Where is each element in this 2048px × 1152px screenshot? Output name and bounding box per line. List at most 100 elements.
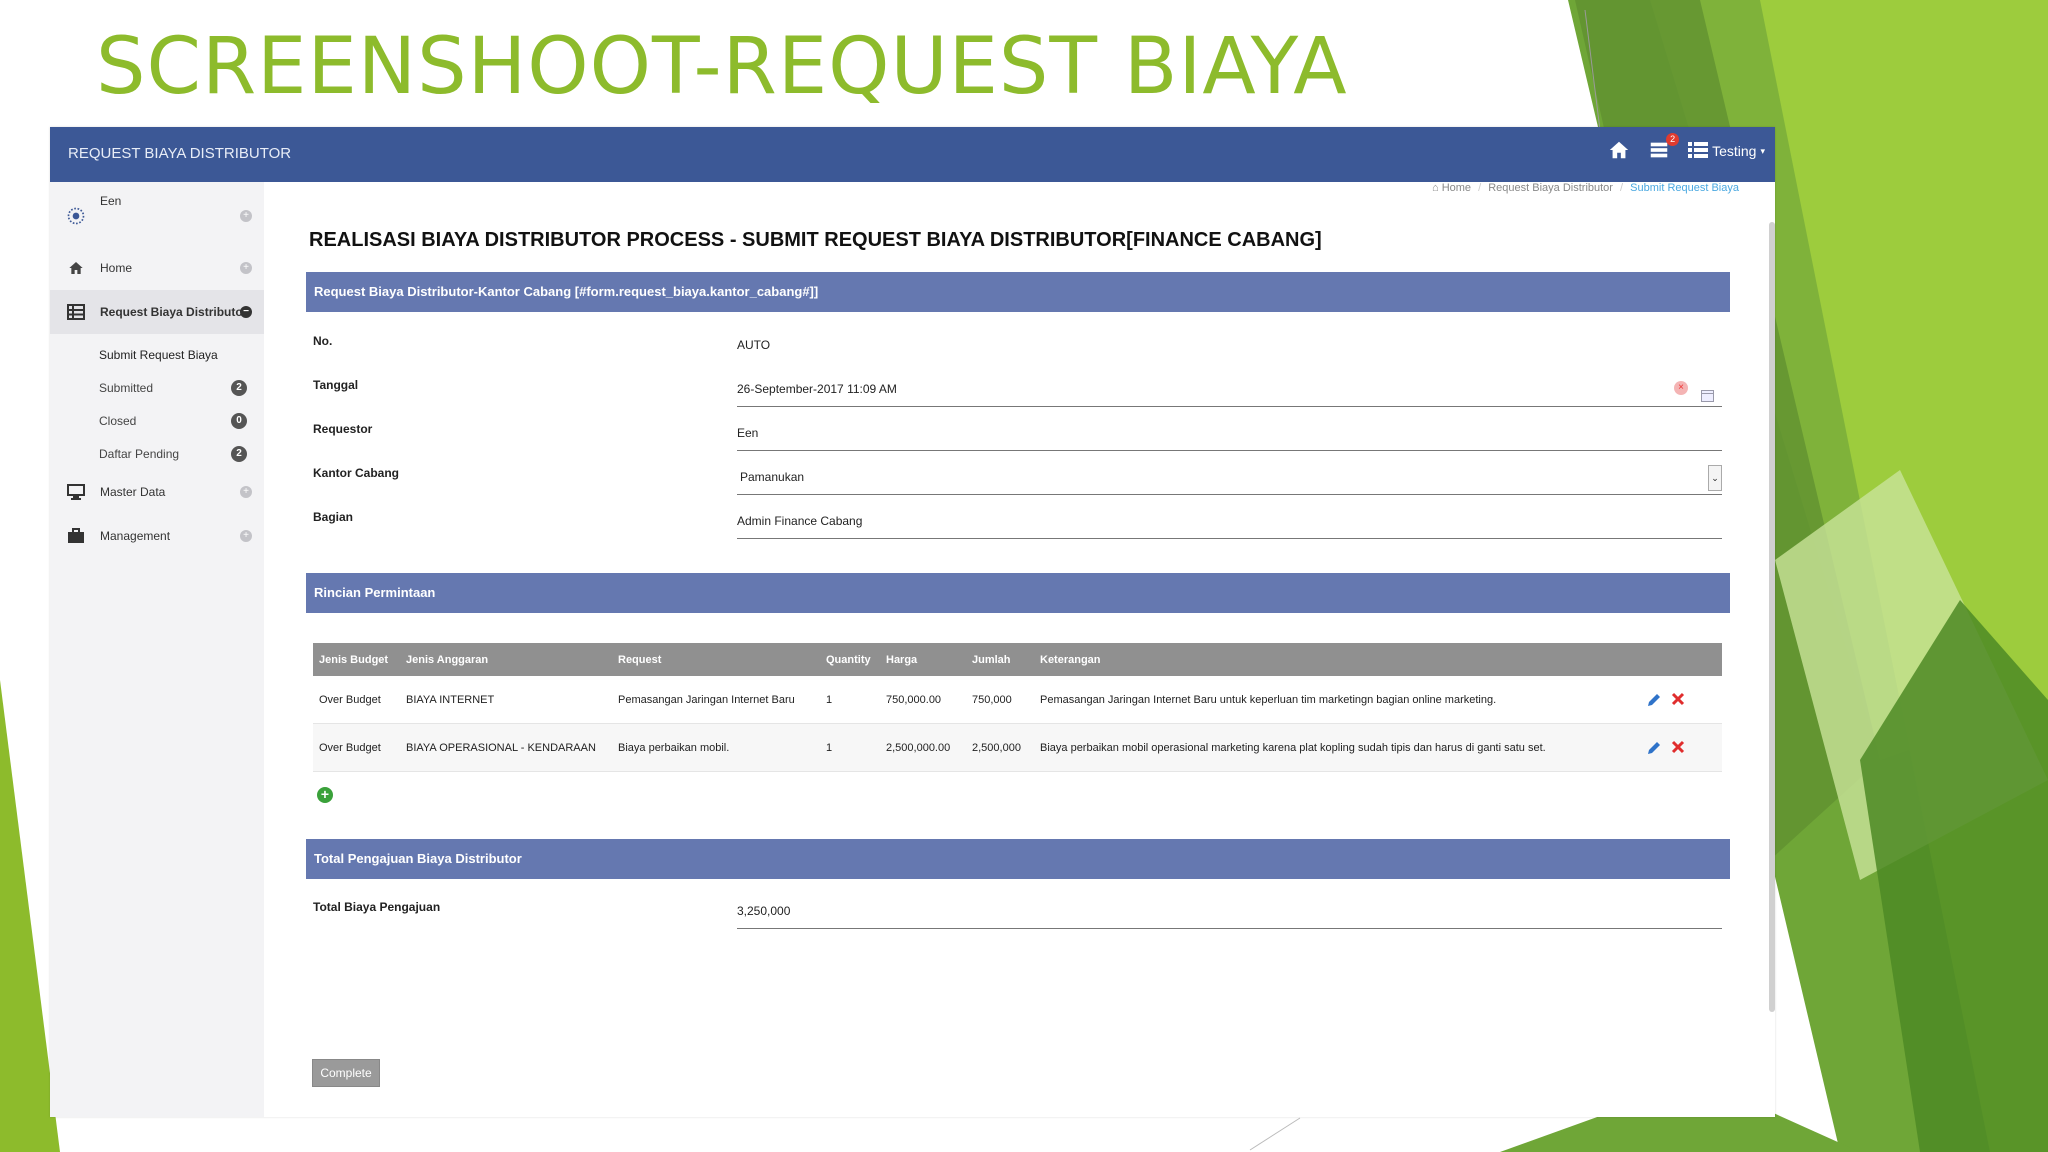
main-content: ⌂ Home / Request Biaya Distributor / Sub… xyxy=(264,182,1775,1117)
cell-request: Pemasangan Jaringan Internet Baru xyxy=(612,676,820,724)
clear-icon[interactable]: × xyxy=(1674,381,1688,395)
tanggal-input[interactable]: 26-September-2017 11:09 AM × xyxy=(737,372,1722,407)
kantor-cabang-value: Pamanukan xyxy=(740,470,805,484)
form-panel-header: Request Biaya Distributor-Kantor Cabang … xyxy=(306,272,1730,312)
column-header: Quantity xyxy=(820,643,880,676)
sidebar-item-home[interactable]: Home + xyxy=(50,246,264,290)
field-label: Total Biaya Pengajuan xyxy=(313,900,441,914)
notification-list-icon[interactable]: 2 xyxy=(1648,133,1680,163)
field-bagian: Bagian Admin Finance Cabang xyxy=(313,504,1722,548)
rincian-table: Jenis Budget Jenis Anggaran Request Quan… xyxy=(313,643,1722,772)
tanggal-value: 26-September-2017 11:09 AM xyxy=(737,382,897,396)
sidebar-item-management[interactable]: Management + xyxy=(50,514,264,558)
column-header: Jenis Budget xyxy=(313,643,400,676)
chevron-down-icon[interactable]: ⌄ xyxy=(1708,465,1722,491)
monitor-icon xyxy=(66,482,86,502)
sidebar-subitem-submit-request[interactable]: Submit Request Biaya xyxy=(50,338,264,371)
expand-icon: + xyxy=(240,530,252,542)
field-label: No. xyxy=(313,334,333,348)
cell-harga: 2,500,000.00 xyxy=(880,723,966,772)
cell-jenis-budget: Over Budget xyxy=(313,723,400,772)
table-header-row: Jenis Budget Jenis Anggaran Request Quan… xyxy=(313,643,1722,676)
sidebar-user-toggle[interactable]: + xyxy=(240,210,252,222)
calendar-icon[interactable] xyxy=(1701,381,1714,402)
delete-icon[interactable] xyxy=(1671,692,1687,708)
breadcrumb-home[interactable]: Home xyxy=(1442,182,1471,194)
user-menu[interactable]: Testing ▾ xyxy=(1688,141,1765,162)
user-menu-label: Testing xyxy=(1712,143,1757,159)
expand-icon: + xyxy=(240,262,252,274)
breadcrumb-request-biaya[interactable]: Request Biaya Distributor xyxy=(1488,182,1613,194)
home-icon[interactable] xyxy=(1608,139,1632,163)
delete-icon[interactable] xyxy=(1671,740,1687,756)
sidebar-subitem-submitted[interactable]: Submitted 2 xyxy=(50,371,264,404)
column-header: Jenis Anggaran xyxy=(400,643,612,676)
sidebar-user[interactable]: Een + xyxy=(50,186,264,246)
sidebar-item-master-data[interactable]: Master Data + xyxy=(50,470,264,514)
field-no: No. AUTO xyxy=(313,328,1722,372)
edit-icon[interactable] xyxy=(1646,740,1662,756)
sidebar-item-label: Home xyxy=(100,261,133,275)
cell-jumlah: 750,000 xyxy=(966,676,1034,724)
notification-badge: 2 xyxy=(1666,133,1680,146)
cell-quantity: 1 xyxy=(820,723,880,772)
sidebar-item-label: Request Biaya Distributor xyxy=(100,305,248,319)
field-requestor: Requestor Een xyxy=(313,416,1722,460)
breadcrumb-separator: / xyxy=(1478,182,1482,194)
sidebar-subitem-label: Submit Request Biaya xyxy=(99,347,218,362)
page-heading: REALISASI BIAYA DISTRIBUTOR PROCESS - SU… xyxy=(309,229,1322,251)
breadcrumb: ⌂ Home / Request Biaya Distributor / Sub… xyxy=(1432,182,1739,194)
navbar-right: 2 Testing ▾ xyxy=(1608,133,1765,163)
caret-down-icon: ▾ xyxy=(1760,145,1765,156)
breadcrumb-separator: / xyxy=(1620,182,1624,194)
cell-jenis-anggaran: BIAYA INTERNET xyxy=(400,676,612,724)
column-header: Harga xyxy=(880,643,966,676)
sidebar-item-request-biaya[interactable]: Request Biaya Distributor − xyxy=(50,290,264,334)
column-header-actions xyxy=(1640,643,1722,676)
cell-request: Biaya perbaikan mobil. xyxy=(612,723,820,772)
kantor-cabang-select[interactable]: Pamanukan ⌄ xyxy=(737,460,1722,495)
requestor-input[interactable]: Een xyxy=(737,416,1722,451)
bagian-input[interactable]: Admin Finance Cabang xyxy=(737,504,1722,539)
app-brand[interactable]: REQUEST BIAYA DISTRIBUTOR xyxy=(68,145,291,162)
breadcrumb-current: Submit Request Biaya xyxy=(1630,182,1739,194)
field-label: Requestor xyxy=(313,422,373,436)
total-biaya-value[interactable]: 3,250,000 xyxy=(737,894,1722,929)
no-value: AUTO xyxy=(737,338,771,352)
sidebar-subitem-label: Submitted xyxy=(99,380,154,395)
table-row: Over Budget BIAYA INTERNET Pemasangan Ja… xyxy=(313,676,1722,724)
sidebar-item-label: Master Data xyxy=(100,485,166,499)
count-badge: 0 xyxy=(231,412,247,429)
count-badge: 2 xyxy=(231,379,247,396)
row-actions xyxy=(1640,723,1722,772)
vertical-scrollbar[interactable] xyxy=(1769,222,1775,1012)
expand-icon: + xyxy=(240,486,252,498)
column-header: Jumlah xyxy=(966,643,1034,676)
top-navbar: REQUEST BIAYA DISTRIBUTOR 2 Testing ▾ xyxy=(50,127,1775,182)
complete-button[interactable]: Complete xyxy=(312,1059,380,1087)
count-badge: 2 xyxy=(231,445,247,462)
cell-jumlah: 2,500,000 xyxy=(966,723,1034,772)
column-header: Request xyxy=(612,643,820,676)
sidebar-subitem-closed[interactable]: Closed 0 xyxy=(50,404,264,437)
sidebar-user-name: Een xyxy=(100,194,122,208)
add-row-icon[interactable]: + xyxy=(317,787,333,803)
sidebar-subitem-label: Closed xyxy=(99,413,137,428)
field-tanggal: Tanggal 26-September-2017 11:09 AM × xyxy=(313,372,1722,416)
grid-icon xyxy=(66,302,86,322)
field-kantor-cabang: Kantor Cabang Pamanukan ⌄ xyxy=(313,460,1722,504)
sidebar-subitem-label: Daftar Pending xyxy=(99,446,180,461)
field-label: Kantor Cabang xyxy=(313,466,400,480)
column-header: Keterangan xyxy=(1034,643,1640,676)
field-total-biaya: Total Biaya Pengajuan 3,250,000 xyxy=(313,894,1722,938)
sidebar-subitem-daftar-pending[interactable]: Daftar Pending 2 xyxy=(50,437,264,470)
table-row: Over Budget BIAYA OPERASIONAL - KENDARAA… xyxy=(313,723,1722,772)
slide-title: SCREENSHOOT-REQUEST BIAYA xyxy=(96,22,1348,112)
row-actions xyxy=(1640,676,1722,724)
cell-jenis-budget: Over Budget xyxy=(313,676,400,724)
edit-icon[interactable] xyxy=(1646,692,1662,708)
field-label: Tanggal xyxy=(313,378,359,392)
user-avatar-icon xyxy=(66,206,86,226)
cell-quantity: 1 xyxy=(820,676,880,724)
cell-jenis-anggaran: BIAYA OPERASIONAL - KENDARAAN xyxy=(400,723,612,772)
